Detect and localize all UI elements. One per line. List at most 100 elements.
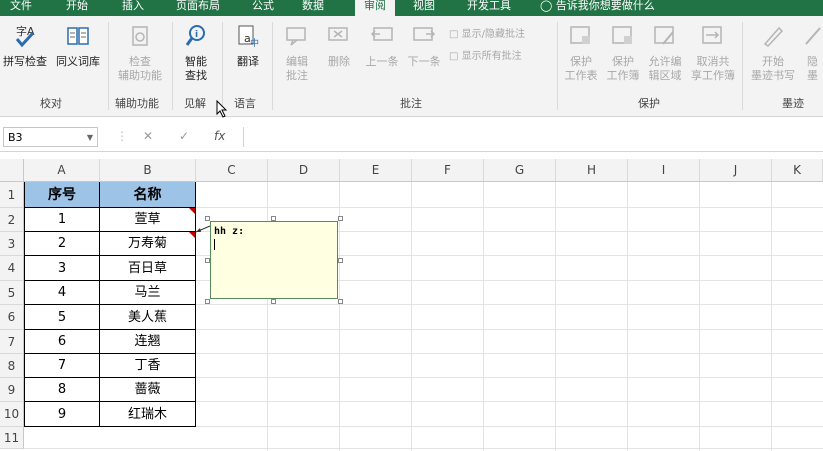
table-cell-name[interactable]: 萱草 — [100, 208, 196, 232]
row-header[interactable]: 3 — [0, 232, 24, 256]
comment-box[interactable]: hh z: — [210, 221, 338, 299]
group-label-accessibility: 辅助功能 — [115, 97, 159, 110]
resize-handle[interactable] — [338, 216, 343, 221]
mouse-pointer-icon — [216, 100, 228, 118]
row-header[interactable]: 7 — [0, 330, 24, 354]
tell-me-search[interactable]: ◯ 告诉我你想要做什么 — [540, 0, 655, 16]
table-cell-index[interactable]: 2 — [24, 232, 100, 256]
next-comment-button[interactable]: 下一条 — [404, 24, 444, 69]
table-cell-name[interactable]: 红瑞木 — [100, 402, 196, 427]
show-hide-comment-button[interactable]: □ 显示/隐藏批注 — [449, 28, 525, 42]
column-header-a[interactable]: A — [24, 159, 100, 182]
row-header[interactable]: 1 — [0, 182, 24, 208]
tab-formulas[interactable]: 公式 — [252, 0, 274, 16]
table-cell-index[interactable]: 9 — [24, 402, 100, 427]
protect-workbook-button[interactable]: 保护 工作簿 — [602, 24, 644, 83]
table-cell-name[interactable]: 马兰 — [100, 281, 196, 305]
select-all-corner[interactable] — [0, 159, 24, 182]
resize-handle[interactable] — [205, 299, 210, 304]
comment-icon: □ — [449, 29, 462, 40]
row-header[interactable]: 5 — [0, 281, 24, 305]
allow-edit-ranges-button[interactable]: 允许编 辑区域 — [644, 24, 686, 83]
gridline — [24, 448, 823, 449]
resize-handle[interactable] — [338, 258, 343, 263]
table-cell-name[interactable]: 美人蕉 — [100, 305, 196, 330]
edit-comment-button[interactable]: 编辑 批注 — [278, 24, 316, 83]
row-header[interactable]: 4 — [0, 256, 24, 281]
table-cell-index[interactable]: 3 — [24, 256, 100, 281]
name-box[interactable]: B3 ▼ — [3, 127, 98, 147]
group-separator — [272, 22, 273, 110]
row-header[interactable]: 10 — [0, 402, 24, 427]
smart-lookup-button[interactable]: i 智能 查找 — [176, 24, 216, 83]
comment-author: hh z: — [214, 226, 245, 237]
column-header-f[interactable]: F — [412, 159, 484, 182]
resize-handle[interactable] — [271, 299, 276, 304]
column-header-d[interactable]: D — [268, 159, 340, 182]
unshare-workbook-button[interactable]: 取消共 享工作簿 — [688, 24, 738, 83]
tab-data[interactable]: 数据 — [302, 0, 324, 16]
previous-comment-button[interactable]: 上一条 — [362, 24, 402, 69]
start-inking-button[interactable]: 开始 墨迹书写 — [746, 24, 800, 83]
column-header-g[interactable]: G — [484, 159, 556, 182]
tab-home[interactable]: 开始 — [66, 0, 88, 16]
header-cell-index[interactable]: 序号 — [24, 182, 100, 208]
gridline — [771, 182, 772, 451]
insert-function-icon[interactable]: fx — [214, 129, 225, 143]
table-cell-name[interactable]: 蔷薇 — [100, 378, 196, 402]
arrow-right-icon — [413, 27, 436, 41]
column-header-c[interactable]: C — [196, 159, 268, 182]
show-all-comments-button[interactable]: □ 显示所有批注 — [449, 50, 522, 64]
unshare-workbook-icon — [702, 26, 722, 44]
lightbulb-icon: ◯ — [540, 0, 556, 12]
table-cell-name[interactable]: 丁香 — [100, 354, 196, 378]
table-cell-name[interactable]: 百日草 — [100, 256, 196, 281]
comment-connector-arrow — [195, 225, 211, 233]
table-cell-index[interactable]: 6 — [24, 330, 100, 354]
tab-file[interactable]: 文件 — [10, 0, 32, 16]
spelling-button[interactable]: 字A 拼写检查 — [1, 24, 49, 69]
delete-comment-button[interactable]: 删除 — [320, 24, 358, 69]
tab-view[interactable]: 视图 — [413, 0, 435, 16]
resize-handle[interactable] — [271, 216, 276, 221]
table-cell-index[interactable]: 5 — [24, 305, 100, 330]
translate-button[interactable]: a中 翻译 — [228, 24, 268, 69]
row-header[interactable]: 2 — [0, 208, 24, 232]
resize-handle[interactable] — [338, 299, 343, 304]
check-accessibility-button[interactable]: 检查 辅助功能 — [112, 24, 168, 83]
table-cell-index[interactable]: 7 — [24, 354, 100, 378]
row-header[interactable]: 6 — [0, 305, 24, 330]
formula-input[interactable] — [243, 127, 823, 147]
chevron-down-icon[interactable]: ▼ — [87, 128, 93, 148]
column-header-h[interactable]: H — [556, 159, 628, 182]
enter-icon[interactable]: ✓ — [179, 129, 189, 143]
row-header[interactable]: 11 — [0, 427, 24, 449]
column-header-j[interactable]: J — [700, 159, 772, 182]
group-label-ink: 墨迹 — [782, 97, 804, 110]
table-cell-name[interactable]: 连翘 — [100, 330, 196, 354]
resize-handle[interactable] — [205, 258, 210, 263]
tab-page-layout[interactable]: 页面布局 — [176, 0, 220, 16]
row-header[interactable]: 8 — [0, 354, 24, 378]
tab-insert[interactable]: 插入 — [122, 0, 144, 16]
thesaurus-button[interactable]: 同义词库 — [53, 24, 103, 69]
tab-review[interactable]: 审阅 — [355, 0, 395, 16]
protect-workbook-icon — [612, 26, 632, 44]
column-header-i[interactable]: I — [628, 159, 700, 182]
protect-sheet-button[interactable]: 保护 工作表 — [560, 24, 602, 83]
tab-developer[interactable]: 开发工具 — [467, 0, 511, 16]
worksheet-grid[interactable]: A B C D E F G H I J K 1 序号 名称 2 1 萱草 3 2 万寿菊 4 3 百日… — [0, 159, 823, 451]
hide-ink-button[interactable]: 隐 墨 — [802, 24, 823, 83]
column-header-e[interactable]: E — [340, 159, 412, 182]
cancel-icon[interactable]: ✕ — [143, 129, 153, 143]
table-cell-name[interactable]: 万寿菊 — [100, 232, 196, 256]
table-cell-index[interactable]: 1 — [24, 208, 100, 232]
resize-handle[interactable] — [205, 216, 210, 221]
allow-edit-ranges-icon — [654, 26, 674, 45]
row-header[interactable]: 9 — [0, 378, 24, 402]
header-cell-name[interactable]: 名称 — [100, 182, 196, 208]
column-header-b[interactable]: B — [100, 159, 196, 182]
column-header-k[interactable]: K — [772, 159, 823, 182]
table-cell-index[interactable]: 8 — [24, 378, 100, 402]
table-cell-index[interactable]: 4 — [24, 281, 100, 305]
